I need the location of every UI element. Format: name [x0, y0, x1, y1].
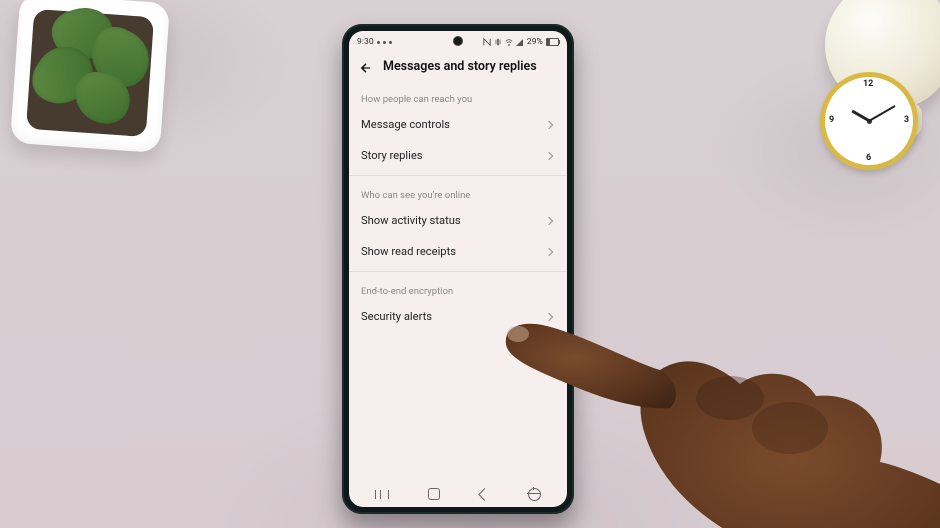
icon-battery	[546, 38, 559, 46]
app-header: Messages and story replies	[349, 53, 567, 84]
label-security-alerts: Security alerts	[361, 310, 432, 323]
chevron-right-icon	[548, 248, 555, 255]
row-show-read-receipts[interactable]: Show read receipts	[349, 236, 567, 267]
section-encryption: End-to-end encryption	[349, 276, 567, 301]
front-camera	[454, 37, 462, 45]
divider	[349, 175, 567, 176]
android-nav-bar	[349, 481, 567, 507]
label-read-receipts: Show read receipts	[361, 245, 456, 258]
icon-nfc	[483, 38, 491, 46]
divider	[349, 271, 567, 272]
decor-clock: 12 3 6 9	[770, 0, 940, 220]
status-time: 9:30	[357, 37, 374, 47]
page-title: Messages and story replies	[383, 59, 537, 74]
label-story-replies: Story replies	[361, 149, 423, 162]
nav-back[interactable]	[480, 490, 489, 499]
nav-accessibility[interactable]	[528, 488, 541, 501]
phone-frame: 9:30 29%	[342, 24, 574, 514]
nav-recents[interactable]	[375, 490, 389, 499]
status-battery-percent: 29%	[527, 37, 543, 47]
section-online: Who can see you're online	[349, 180, 567, 205]
icon-signal	[516, 38, 524, 46]
row-story-replies[interactable]: Story replies	[349, 140, 567, 171]
section-reach: How people can reach you	[349, 84, 567, 109]
chevron-right-icon	[548, 152, 555, 159]
icon-wifi	[505, 38, 513, 46]
back-button[interactable]	[359, 60, 373, 74]
chevron-right-icon	[548, 121, 555, 128]
decor-plant	[0, 0, 205, 198]
label-message-controls: Message controls	[361, 118, 450, 131]
row-message-controls[interactable]: Message controls	[349, 109, 567, 140]
nav-home[interactable]	[428, 488, 440, 500]
label-activity-status: Show activity status	[361, 214, 461, 227]
row-show-activity-status[interactable]: Show activity status	[349, 205, 567, 236]
chevron-right-icon	[548, 217, 555, 224]
icon-vibrate	[494, 38, 502, 46]
row-security-alerts[interactable]: Security alerts	[349, 301, 567, 332]
phone-screen: 9:30 29%	[349, 31, 567, 507]
chevron-right-icon	[548, 313, 555, 320]
